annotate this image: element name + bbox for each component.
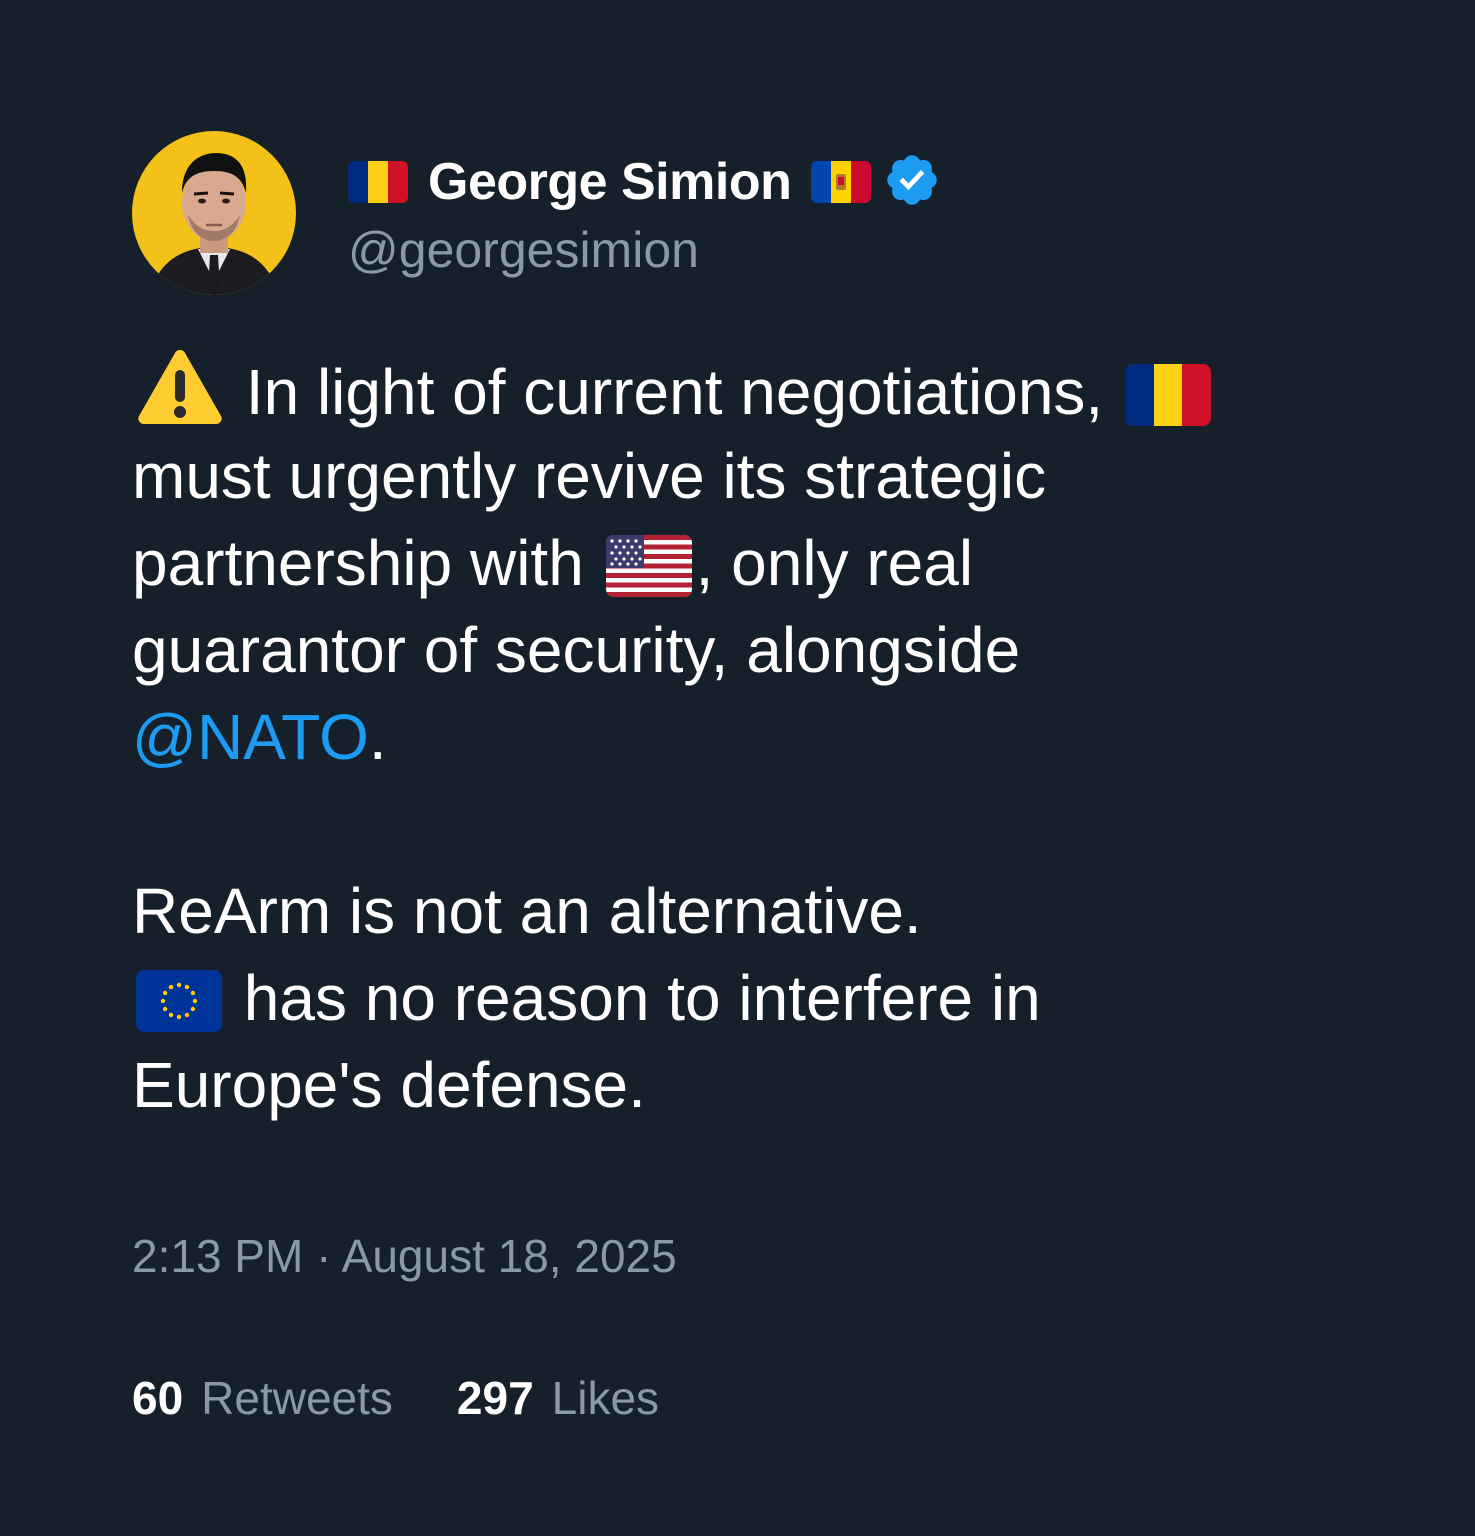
tweet-text: In light of current negotiations, must u…	[132, 346, 1352, 1129]
avatar[interactable]	[132, 131, 296, 295]
tweet-text-segment: partnership with	[132, 527, 584, 599]
retweets-label: Retweets	[201, 1372, 393, 1424]
romania-flag-icon	[1124, 361, 1211, 448]
romania-flag-icon	[348, 161, 408, 203]
eu-flag-icon	[136, 967, 222, 1054]
likes-label: Likes	[551, 1372, 660, 1424]
tweet-text-segment: ReArm is not an alternative.	[132, 875, 922, 947]
tweet-line: @NATO.	[132, 694, 1352, 781]
retweets-stat[interactable]: 60 Retweets	[132, 1371, 393, 1425]
nato-mention-link[interactable]: @NATO	[132, 701, 369, 773]
tweet-stats: 60 Retweets 297 Likes	[132, 1371, 1352, 1425]
moldova-flag-icon	[811, 161, 872, 203]
tweet-line: has no reason to interfere in	[132, 955, 1352, 1042]
tweet-line: guarantor of security, alongside	[132, 607, 1352, 694]
tweet-text-segment: guarantor of security, alongside	[132, 614, 1021, 686]
tweet-header: George Simion @georgesimion	[132, 130, 1352, 296]
tweet-timestamp[interactable]: 2:13 PM · August 18, 2025	[132, 1229, 1352, 1283]
verified-badge-icon	[883, 151, 941, 213]
author-name-row[interactable]: George Simion	[348, 147, 941, 217]
likes-count: 297	[456, 1372, 534, 1424]
tweet-text-segment: In light of current negotiations,	[245, 356, 1104, 428]
tweet-text-segment: has no reason to interfere in	[243, 962, 1041, 1034]
usa-flag-icon	[605, 532, 692, 619]
tweet-text-segment: must urgently revive its strategic	[132, 440, 1047, 512]
avatar-portrait	[150, 153, 278, 295]
author-display-name[interactable]: George Simion	[428, 152, 792, 212]
author-handle[interactable]: @georgesimion	[348, 221, 941, 279]
tweet-card: George Simion @georgesimion In light of …	[132, 130, 1352, 1425]
retweets-count: 60	[132, 1372, 184, 1424]
tweet-line: partnership with , only real	[132, 520, 1352, 607]
tweet-text-segment: Europe's defense.	[132, 1049, 646, 1121]
author-identity: George Simion @georgesimion	[348, 147, 941, 279]
tweet-text-segment: .	[368, 701, 387, 773]
tweet-line: Europe's defense.	[132, 1042, 1352, 1129]
tweet-text-segment: , only real	[695, 527, 974, 599]
tweet-line: ReArm is not an alternative.	[132, 868, 1352, 955]
tweet-line: In light of current negotiations,	[132, 346, 1352, 433]
likes-stat[interactable]: 297 Likes	[457, 1371, 659, 1425]
